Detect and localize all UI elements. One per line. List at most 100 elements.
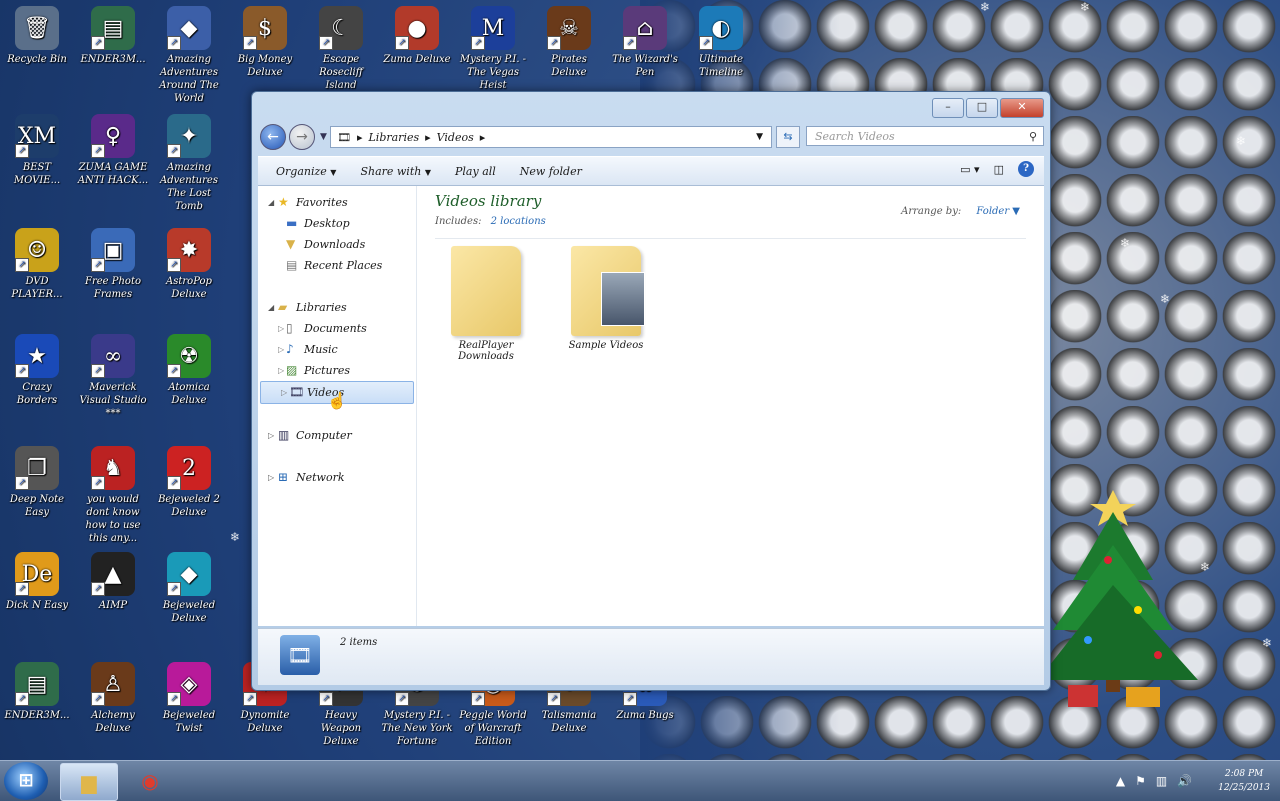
arrange-by: Arrange by: Folder ▼ — [901, 206, 1020, 217]
desktop-icon[interactable]: ⌂ ↗ The Wizard's Pen — [609, 6, 681, 79]
address-bar[interactable]: 🎞 ▸ Libraries ▸ Videos ▸ ▼ — [330, 126, 772, 148]
collapsed-arrow-icon[interactable]: ▷ — [268, 467, 274, 488]
breadcrumb-libraries[interactable]: Libraries — [369, 131, 420, 144]
desktop-icon-label: ZUMA GAME ANTI HACK... — [77, 162, 149, 186]
nav-downloads[interactable]: ▼ Downloads — [258, 234, 416, 255]
breadcrumb-separator-icon[interactable]: ▸ — [357, 131, 363, 144]
arrange-by-dropdown[interactable]: Folder ▼ — [970, 206, 1020, 217]
maximize-button[interactable]: □ — [966, 98, 998, 118]
shortcut-arrow-icon: ↗ — [395, 36, 409, 50]
desktop-icon[interactable]: ◆ ↗ Bejeweled Deluxe — [153, 552, 225, 625]
desktop-icon[interactable]: ∞ ↗ Maverick Visual Studio *** — [77, 334, 149, 420]
arrange-label: Arrange by: — [901, 206, 962, 217]
desktop-icon[interactable]: ◆ ↗ Amazing Adventures Around The World — [153, 6, 225, 105]
help-icon[interactable]: ? — [1018, 161, 1034, 177]
collapsed-arrow-icon[interactable]: ▷ — [281, 382, 287, 403]
desktop-icon-label: Pirates Deluxe — [551, 54, 587, 78]
desktop-icon[interactable]: ☠ ↗ Pirates Deluxe — [533, 6, 605, 79]
desktop-icon[interactable]: ◈ ↗ Bejeweled Twist — [153, 662, 225, 735]
desktop-icon[interactable]: ❐ ↗ Deep Note Easy — [1, 446, 73, 519]
desktop-icon[interactable]: ☾ ↗ Escape Rosecliff Island — [305, 6, 377, 92]
nav-documents[interactable]: ▷ ▯ Documents — [258, 318, 416, 339]
expanded-arrow-icon[interactable]: ◢ — [268, 297, 274, 318]
nav-videos[interactable]: ▷ 🎞 Videos ☝ — [260, 381, 414, 410]
nav-libraries[interactable]: ◢ ▰ Libraries — [258, 297, 416, 318]
desktop-icon[interactable]: ♙ ↗ Alchemy Deluxe — [77, 662, 149, 735]
address-dropdown-icon[interactable]: ▼ — [756, 132, 763, 142]
desktop-icon[interactable]: $ ↗ Big Money Deluxe — [229, 6, 301, 79]
change-view-icon[interactable]: ▭ ▾ — [960, 163, 979, 176]
close-button[interactable]: ✕ — [1000, 98, 1044, 118]
desktop-icon[interactable]: ♞ ↗ you would dont know how to use this an… — [77, 446, 149, 545]
nav-computer[interactable]: ▷ ▥ Computer — [258, 425, 416, 446]
nav-pictures[interactable]: ▷ ▨ Pictures — [258, 360, 416, 381]
share-with-button[interactable]: Share with ▼ — [360, 165, 431, 178]
app-icon: ∞ ↗ — [91, 334, 135, 378]
desktop-icon[interactable]: ★ ↗ Crazy Borders — [1, 334, 73, 407]
new-folder-button[interactable]: New folder — [520, 165, 582, 178]
collapsed-arrow-icon[interactable]: ▷ — [268, 425, 274, 446]
navigation-pane[interactable]: ◢ ★ Favorites ▬ Desktop ▼ Downloads ▤ Re… — [258, 186, 417, 626]
breadcrumb-videos[interactable]: Videos — [437, 131, 474, 144]
desktop-icon[interactable]: ▤ ↗ ENDER3M... — [77, 6, 149, 66]
breadcrumb-separator-icon[interactable]: ▸ — [480, 131, 486, 144]
search-placeholder: Search Videos — [815, 130, 895, 143]
desktop-icon[interactable]: ☺ ↗ DVD PLAYER... — [1, 228, 73, 301]
network-icon: ⊞ — [278, 470, 289, 484]
play-all-button[interactable]: Play all — [455, 165, 496, 178]
desktop-icon[interactable]: ▣ ↗ Free Photo Frames — [77, 228, 149, 301]
desktop-icon[interactable]: ✦ ↗ Amazing Adventures The Lost Tomb — [153, 114, 225, 213]
start-button[interactable]: ⊞ — [4, 762, 48, 800]
minimize-button[interactable]: – — [932, 98, 964, 118]
forward-button[interactable]: → — [289, 124, 315, 150]
refresh-button[interactable]: ⇆ — [776, 126, 800, 148]
collapsed-arrow-icon[interactable]: ▷ — [278, 339, 284, 360]
collapsed-arrow-icon[interactable]: ▷ — [278, 318, 284, 339]
collapsed-arrow-icon[interactable]: ▷ — [278, 360, 284, 381]
explorer-window[interactable]: – □ ✕ ← → ▼ 🎞 ▸ Libraries ▸ Videos ▸ ▼ ⇆… — [251, 91, 1051, 691]
action-center-icon[interactable]: ⚑ — [1135, 774, 1146, 788]
nav-network[interactable]: ▷ ⊞ Network — [258, 467, 416, 488]
desktop-icon[interactable]: De ↗ Dick N Easy — [1, 552, 73, 612]
taskbar-chrome-button[interactable]: ◉ — [122, 763, 178, 799]
nav-music[interactable]: ▷ ♪ Music — [258, 339, 416, 360]
desktop-icon[interactable]: ◐ ↗ Ultimate Timeline — [685, 6, 757, 79]
network-status-icon[interactable]: ▥ — [1156, 774, 1167, 788]
folder-realplayer-downloads[interactable]: RealPlayer Downloads — [431, 246, 541, 362]
search-input[interactable]: Search Videos ⚲ — [806, 126, 1044, 146]
desktop-icon[interactable]: ▲ ↗ AIMP — [77, 552, 149, 612]
desktop-icon[interactable]: ● ↗ Zuma Deluxe — [381, 6, 453, 66]
organize-button[interactable]: Organize ▼ — [276, 165, 336, 178]
app-icon: ♙ ↗ — [91, 662, 135, 706]
file-list-pane[interactable]: Videos library Includes: 2 locations Arr… — [417, 186, 1044, 626]
expanded-arrow-icon[interactable]: ◢ — [268, 192, 274, 213]
shortcut-arrow-icon: ↗ — [471, 36, 485, 50]
desktop-icon[interactable]: 🗑 Recycle Bin — [1, 6, 73, 66]
chrome-icon: ◉ — [141, 769, 159, 793]
desktop-icon[interactable]: M ↗ Mystery P.I. - The Vegas Heist — [457, 6, 529, 92]
taskbar-explorer-button[interactable]: ▆ — [60, 763, 118, 801]
pictures-icon: ▨ — [286, 363, 298, 377]
desktop-icon[interactable]: XM ↗ BEST MOVIE... — [1, 114, 73, 187]
clock[interactable]: 2:08 PM 12/25/2013 — [1208, 767, 1270, 795]
recent-pages-dropdown[interactable]: ▼ — [320, 132, 327, 142]
desktop-icon[interactable]: 2 ↗ Bejeweled 2 Deluxe — [153, 446, 225, 519]
desktop-icon[interactable]: ☢ ↗ Atomica Deluxe — [153, 334, 225, 407]
folder-sample-videos[interactable]: Sample Videos — [551, 246, 661, 351]
preview-pane-icon[interactable]: ◫ — [994, 163, 1004, 176]
app-icon: ☺ ↗ — [15, 228, 59, 272]
breadcrumb-separator-icon[interactable]: ▸ — [425, 131, 431, 144]
back-button[interactable]: ← — [260, 124, 286, 150]
mouse-pointer-icon: ☝ — [327, 391, 347, 410]
includes-locations-link[interactable]: 2 locations — [491, 216, 546, 227]
desktop-icon[interactable]: ▤ ↗ ENDER3M... — [1, 662, 73, 722]
nav-recent-places[interactable]: ▤ Recent Places — [258, 255, 416, 276]
volume-icon[interactable]: 🔊 — [1177, 774, 1192, 788]
desktop-icon[interactable]: ♀ ↗ ZUMA GAME ANTI HACK... — [77, 114, 149, 187]
downloads-icon: ▼ — [286, 237, 296, 251]
desktop-icon[interactable]: ✸ ↗ AstroPop Deluxe — [153, 228, 225, 301]
nav-favorites[interactable]: ◢ ★ Favorites — [258, 192, 416, 213]
nav-desktop[interactable]: ▬ Desktop — [258, 213, 416, 234]
show-hidden-icons-button[interactable]: ▲ — [1116, 774, 1125, 788]
search-icon[interactable]: ⚲ — [1029, 127, 1037, 147]
